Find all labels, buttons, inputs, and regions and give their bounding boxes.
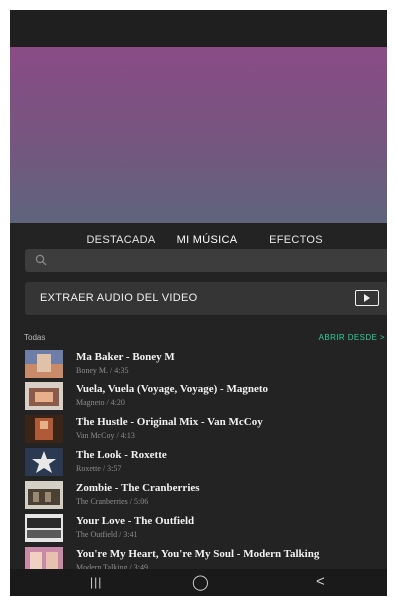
album-art-icon <box>25 514 63 542</box>
track-subtitle: Roxette / 3:57 <box>76 464 122 473</box>
album-art-icon <box>25 481 63 509</box>
status-bar <box>10 10 387 47</box>
extract-audio-button[interactable]: EXTRAER AUDIO DEL VIDEO <box>25 282 387 315</box>
video-play-icon <box>355 290 379 306</box>
track-subtitle: Van McCoy / 4:13 <box>76 431 135 440</box>
open-from-link[interactable]: ABRIR DESDE > <box>319 333 385 342</box>
album-art-icon <box>25 350 63 378</box>
search-input[interactable] <box>55 251 379 272</box>
track-item[interactable]: Ma Baker - Boney M Boney M. / 4:35 <box>10 350 387 380</box>
track-subtitle: The Outfield / 3:41 <box>76 530 138 539</box>
track-title: Zombie - The Cranberries <box>76 482 200 494</box>
app-frame: DESTACADA MI MÚSICA EFECTOS EXTRAER AUDI… <box>10 10 387 596</box>
track-subtitle: Boney M. / 4:35 <box>76 366 129 375</box>
cover-gradient <box>10 47 387 223</box>
track-subtitle: The Cranberries / 5:06 <box>76 497 149 506</box>
track-title: The Hustle - Original Mix - Van McCoy <box>76 416 263 428</box>
album-art-icon <box>25 382 63 410</box>
track-item[interactable]: The Hustle - Original Mix - Van McCoy Va… <box>10 415 387 445</box>
track-title: Ma Baker - Boney M <box>76 351 175 363</box>
track-item[interactable]: The Look - Roxette Roxette / 3:57 <box>10 448 387 478</box>
search-icon <box>35 254 47 266</box>
album-art-icon <box>25 448 63 476</box>
album-art-icon <box>25 415 63 443</box>
list-header: Todas ABRIR DESDE > <box>10 333 387 347</box>
search-bar[interactable] <box>25 249 387 272</box>
track-title: The Look - Roxette <box>76 449 167 461</box>
back-button[interactable]: < <box>316 573 325 590</box>
track-item[interactable]: Zombie - The Cranberries The Cranberries… <box>10 481 387 511</box>
track-item[interactable]: Your Love - The Outfield The Outfield / … <box>10 514 387 544</box>
track-subtitle: Magneto / 4:20 <box>76 398 125 407</box>
track-item[interactable]: Vuela, Vuela (Voyage, Voyage) - Magneto … <box>10 382 387 412</box>
track-title: Vuela, Vuela (Voyage, Voyage) - Magneto <box>76 383 269 395</box>
system-nav-bar: ||| ◯ < <box>10 569 387 596</box>
home-button[interactable]: ◯ <box>192 573 209 591</box>
all-label: Todas <box>24 333 46 342</box>
recents-button[interactable]: ||| <box>90 575 102 589</box>
extract-audio-label: EXTRAER AUDIO DEL VIDEO <box>40 292 198 304</box>
track-title: You're My Heart, You're My Soul - Modern… <box>76 548 320 560</box>
track-title: Your Love - The Outfield <box>76 515 195 527</box>
